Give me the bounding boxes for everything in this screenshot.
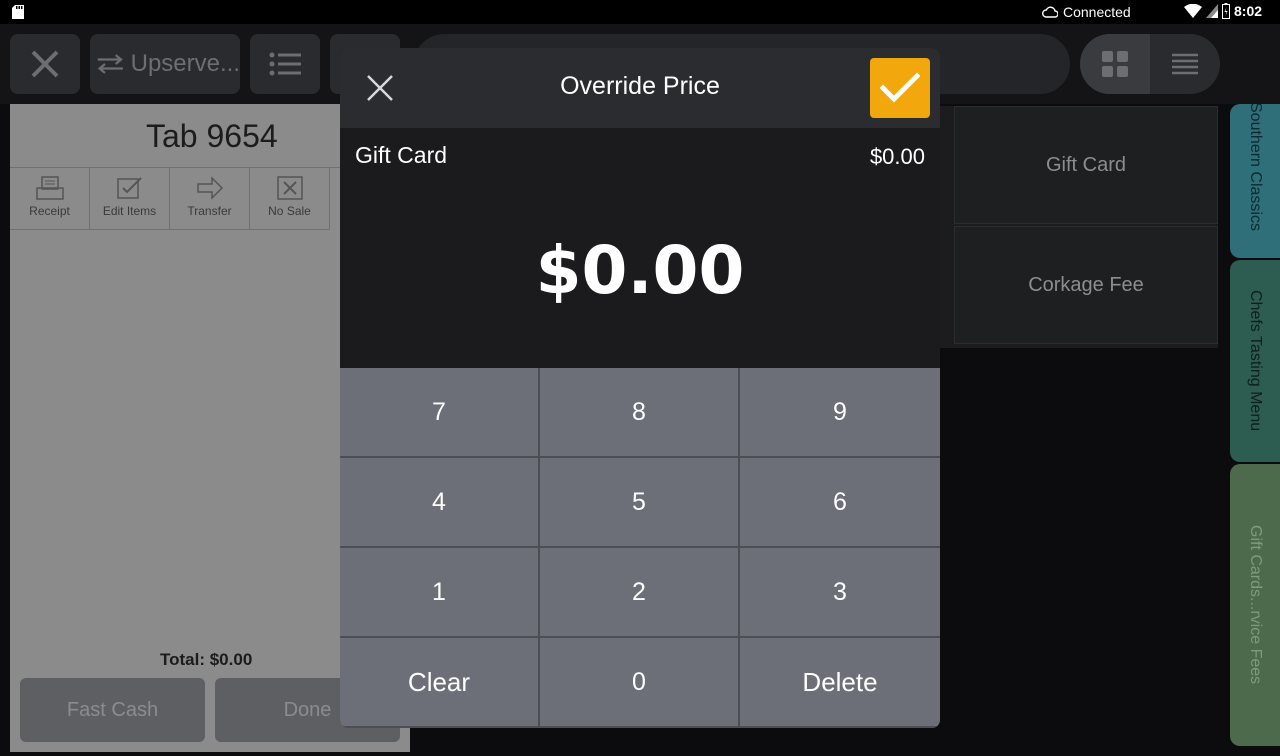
category-label: Gift Cards...rvice Fees [1247, 525, 1264, 685]
receipt-button[interactable]: Receipt [10, 168, 90, 230]
key-3[interactable]: 3 [740, 548, 940, 638]
category-tab-chefs-tasting-menu[interactable]: Chefs Tasting Menu [1230, 260, 1280, 462]
dialog-title: Override Price [560, 72, 720, 100]
transfer-label: Transfer [187, 204, 232, 218]
battery-icon [1222, 3, 1230, 19]
hamburger-icon [1172, 53, 1198, 75]
wifi-icon [1184, 4, 1202, 18]
system-tray: 8:02 [1184, 3, 1262, 19]
numeric-keypad: 7 8 9 4 5 6 1 2 3 Clear 0 Delete [340, 368, 940, 728]
edit-items-label: Edit Items [102, 204, 157, 218]
key-9[interactable]: 9 [740, 368, 940, 458]
upserve-switch-button[interactable]: Upserve... [90, 34, 240, 94]
no-sale-label: No Sale [268, 204, 311, 218]
menu-item-label: Gift Card [1045, 153, 1127, 176]
grid-icon [1102, 51, 1128, 77]
menu-item-gift-card[interactable]: Gift Card [954, 106, 1218, 224]
connection-label: Connected [1063, 4, 1131, 20]
category-tabs: Southern Classics Chefs Tasting Menu Gif… [1220, 104, 1280, 756]
key-2[interactable]: 2 [540, 548, 740, 638]
swap-arrows-icon [97, 54, 123, 74]
key-8[interactable]: 8 [540, 368, 740, 458]
sd-card-icon [12, 5, 24, 19]
key-4[interactable]: 4 [340, 458, 540, 548]
bulleted-list-icon [269, 52, 301, 76]
list-view-button[interactable] [1150, 34, 1220, 94]
tab-actions: Receipt Edit Items Transfer No Sale [10, 168, 330, 230]
grid-view-button[interactable] [1080, 34, 1150, 94]
original-price: $0.00 [869, 144, 925, 169]
key-1[interactable]: 1 [340, 548, 540, 638]
receipt-label: Receipt [29, 204, 70, 218]
list-menu-button[interactable] [250, 34, 320, 94]
no-sale-icon [276, 176, 303, 200]
key-5[interactable]: 5 [540, 458, 740, 548]
cloud-icon [1042, 6, 1058, 18]
dialog-header: Override Price [340, 48, 940, 128]
edit-items-button[interactable]: Edit Items [90, 168, 170, 230]
upserve-label: Upserve... [130, 50, 240, 77]
view-toggle [1080, 34, 1220, 94]
connection-status: Connected [1042, 4, 1131, 20]
fast-cash-label: Fast Cash [66, 698, 159, 721]
key-0[interactable]: 0 [540, 638, 740, 728]
key-7[interactable]: 7 [340, 368, 540, 458]
category-label: Chefs Tasting Menu [1247, 290, 1264, 432]
close-tab-button[interactable] [10, 34, 80, 94]
category-tab-southern-classics[interactable]: Southern Classics [1230, 104, 1280, 258]
category-tab-gift-cards-service-fees[interactable]: Gift Cards...rvice Fees [1230, 464, 1280, 746]
receipt-icon [35, 176, 64, 200]
confirm-button[interactable] [870, 58, 930, 118]
tab-total-text: Total: $0.00 [160, 650, 253, 669]
transfer-button[interactable]: Transfer [170, 168, 250, 230]
override-price-dialog: Override Price Gift Card $0.00 $0.00 7 8… [340, 48, 940, 728]
done-label: Done [283, 698, 332, 721]
clock: 8:02 [1234, 3, 1263, 19]
clear-key[interactable]: Clear [340, 638, 540, 728]
signal-icon [1206, 4, 1218, 18]
item-name: Gift Card [355, 142, 448, 168]
delete-key[interactable]: Delete [740, 638, 940, 728]
menu-item-corkage-fee[interactable]: Corkage Fee [954, 226, 1218, 344]
no-sale-button[interactable]: No Sale [250, 168, 330, 230]
fast-cash-button[interactable]: Fast Cash [20, 678, 205, 742]
tab-title-text: Tab 9654 [146, 118, 278, 154]
status-bar: Connected 8:02 [0, 0, 1280, 24]
price-amount-display: $0.00 [535, 232, 745, 309]
transfer-arrow-icon [196, 176, 223, 200]
key-6[interactable]: 6 [740, 458, 940, 548]
menu-item-grid: Gift Card Corkage Fee [940, 106, 1218, 348]
category-label: Southern Classics [1247, 104, 1264, 231]
menu-item-label: Corkage Fee [1028, 273, 1144, 296]
close-icon [31, 50, 59, 78]
checkmark-icon [880, 72, 920, 103]
edit-items-icon [116, 177, 142, 199]
